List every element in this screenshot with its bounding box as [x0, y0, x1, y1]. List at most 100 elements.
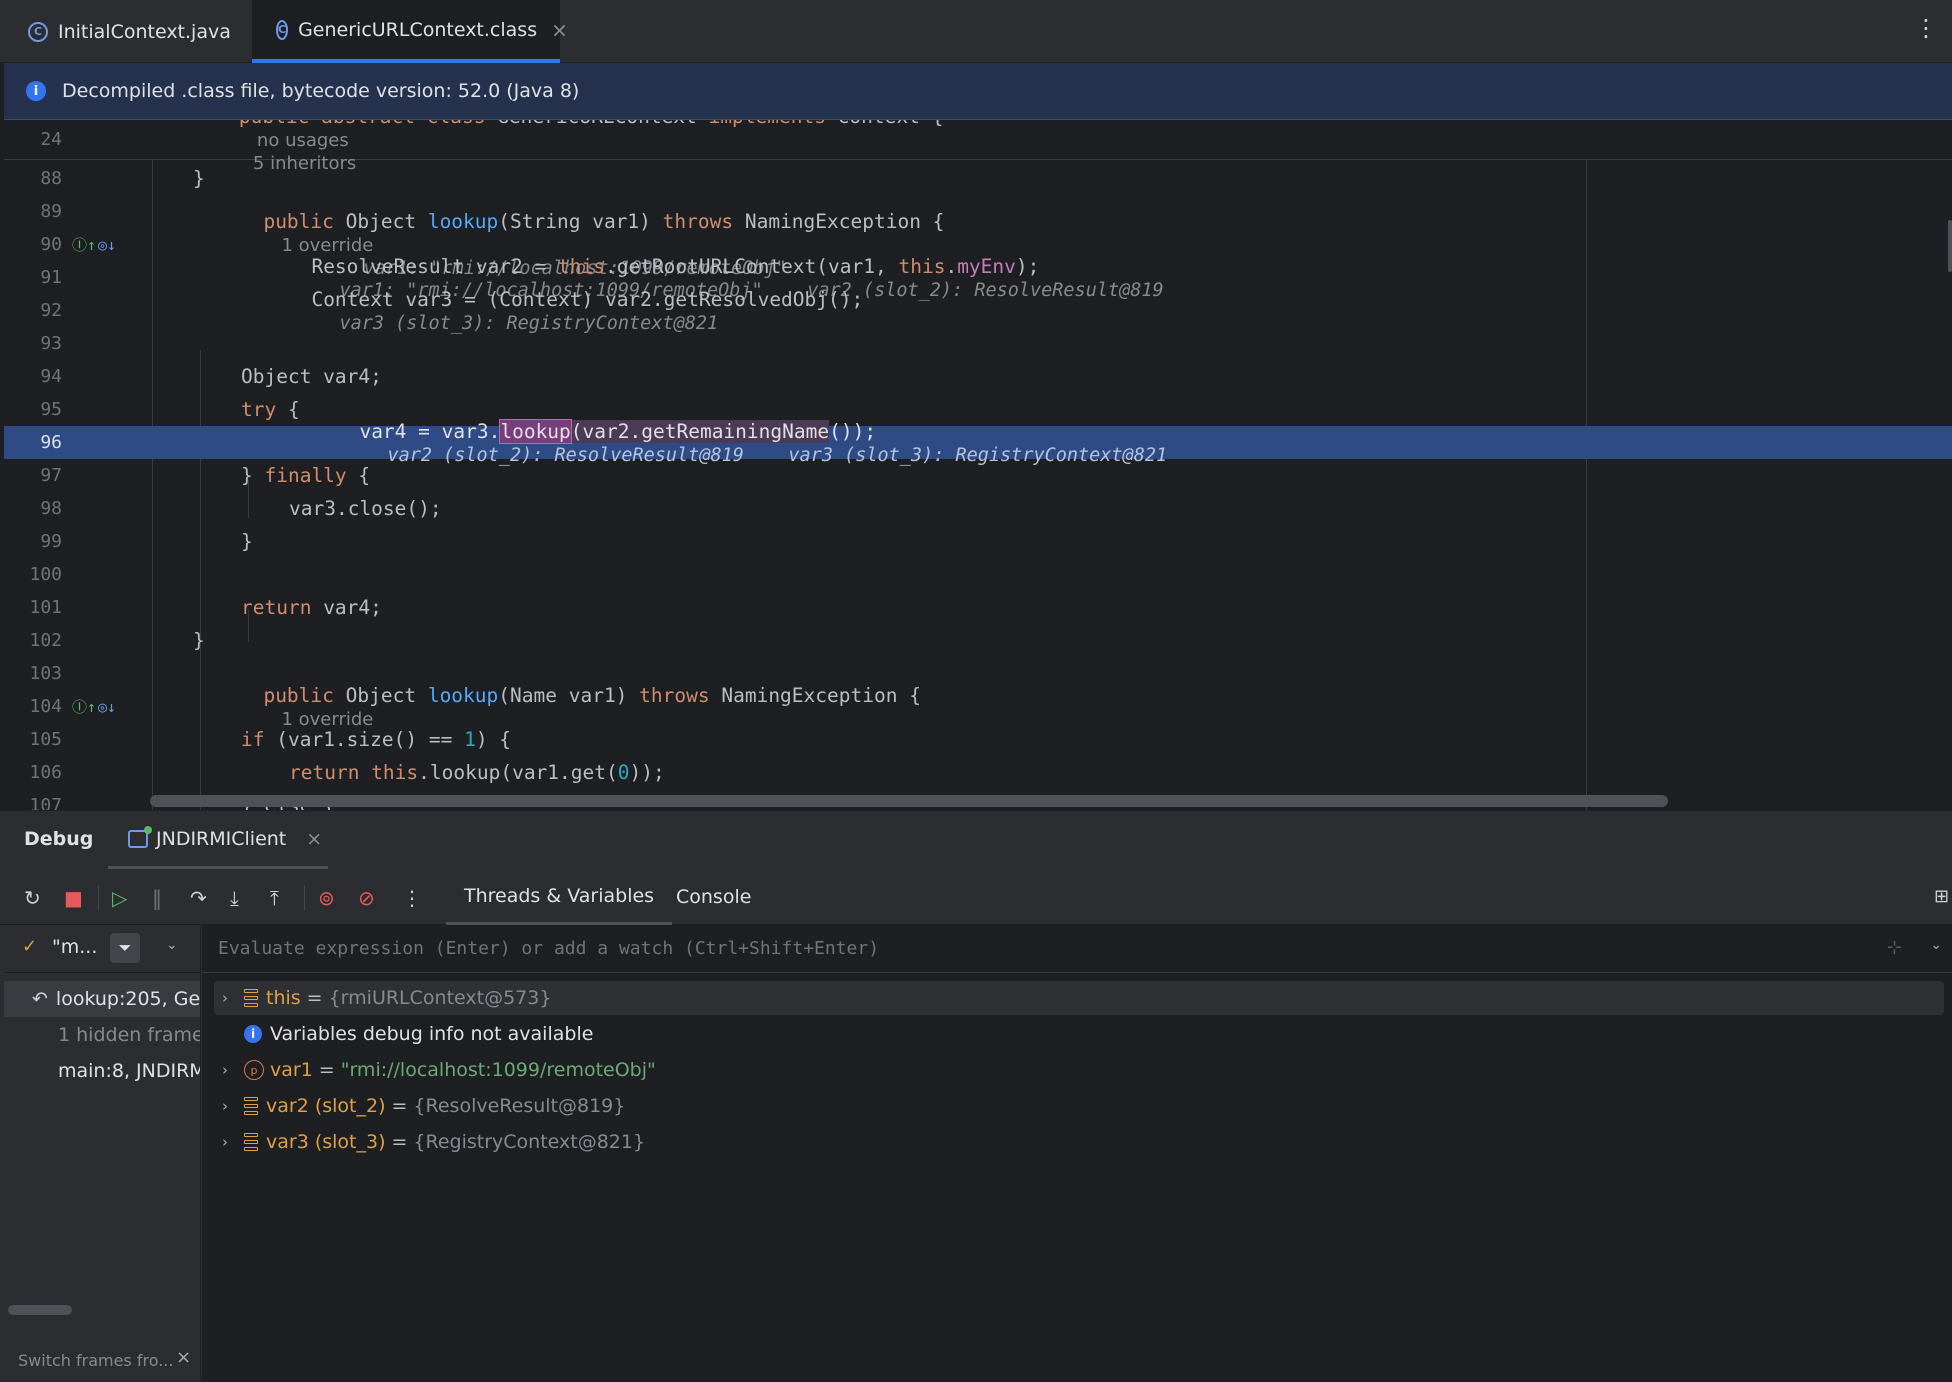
- thread-selector[interactable]: "m...: [52, 936, 97, 958]
- execution-point-line[interactable]: 96 var4 = var3.lookup(var2.getRemainingN…: [4, 418, 1952, 466]
- keyword: return: [289, 761, 372, 784]
- tab-label: GenericURLContext.class: [298, 18, 538, 41]
- chevron-right-icon[interactable]: ›: [214, 989, 236, 1007]
- keyword: throws: [662, 210, 745, 233]
- chevron-right-icon[interactable]: ›: [214, 1133, 236, 1151]
- more-options-icon[interactable]: ⋮: [1914, 16, 1938, 40]
- variable-row-var3[interactable]: › var3 (slot_3) = {RegistryContext@821}: [214, 1125, 1944, 1159]
- inheritors-hint[interactable]: 5 inheritors: [253, 153, 356, 174]
- filter-icon[interactable]: ⏷: [110, 933, 140, 963]
- variable-row-var1[interactable]: › p var1 = "rmi://localhost:1099/remoteO…: [214, 1053, 1944, 1087]
- info-icon: i: [26, 81, 46, 101]
- code-text: ) {: [475, 728, 512, 751]
- line-number: 93: [40, 333, 62, 354]
- check-icon: ✓: [22, 936, 38, 957]
- method-name: lookup: [427, 683, 499, 707]
- field-icon: [244, 1097, 258, 1115]
- line-number: 104: [29, 696, 62, 717]
- variable-row-this[interactable]: › this = {rmiURLContext@573}: [214, 981, 1944, 1015]
- code-line[interactable]: 98 var3.close();: [4, 492, 1952, 525]
- step-into-icon[interactable]: ⤓: [230, 886, 239, 910]
- implements-method-icon[interactable]: Ⓘ↑: [72, 234, 96, 255]
- code-line[interactable]: 99 }: [4, 525, 1952, 558]
- resume-icon[interactable]: ▷: [112, 886, 127, 910]
- line-number: 103: [29, 663, 62, 684]
- code-text: (var1.size() ==: [276, 728, 465, 751]
- stack-frame[interactable]: ↶ lookup:205, GenericURLContext: [4, 981, 200, 1017]
- code-line[interactable]: 92 Context var3 = (Context) var2.getReso…: [4, 288, 1952, 334]
- code-text: {: [346, 464, 371, 487]
- pause-icon[interactable]: ‖: [152, 886, 162, 910]
- mute-breakpoints-icon[interactable]: ⊘: [358, 886, 375, 910]
- hint-text: Switch frames fro...: [18, 1351, 174, 1370]
- debug-info-message: i Variables debug info not available: [214, 1017, 1944, 1051]
- overridden-method-icon[interactable]: ◎↓: [98, 236, 116, 254]
- stack-frame[interactable]: main:8, JNDIRMIClient: [4, 1053, 200, 1089]
- more-options-icon[interactable]: ⋮: [402, 886, 422, 910]
- code-text: Context var3 = (Context) var2.getResolve…: [311, 287, 864, 311]
- vertical-scrollbar[interactable]: [1948, 220, 1952, 272]
- toolbar-divider: [304, 885, 305, 911]
- keyword: implements: [709, 120, 838, 128]
- tab-genericurlcontext-class[interactable]: C GenericURLContext.class ×: [252, 0, 568, 63]
- code-line[interactable]: 100: [4, 558, 1952, 591]
- code-line[interactable]: 105 if (var1.size() == 1) {: [4, 723, 1952, 756]
- code-line[interactable]: 102 }: [4, 624, 1952, 657]
- tab-console[interactable]: Console: [676, 869, 751, 925]
- field: myEnv: [957, 254, 1016, 278]
- step-out-icon[interactable]: ⤒: [270, 886, 279, 910]
- code-text: ());: [829, 419, 877, 443]
- keyword: try: [241, 398, 277, 421]
- run-config-tab[interactable]: JNDIRMIClient ×: [108, 811, 328, 869]
- variables-panel: Evaluate expression (Enter) or add a wat…: [202, 925, 1952, 1382]
- sticky-scroll-header[interactable]: 24 public abstract class GenericURLConte…: [4, 120, 1952, 174]
- code-line[interactable]: 101 return var4;: [4, 591, 1952, 624]
- smart-step-target[interactable]: getRemainingName: [641, 419, 830, 443]
- usages-hint[interactable]: no usages: [257, 130, 349, 151]
- info-icon: i: [244, 1025, 262, 1043]
- params: (Name var1): [498, 683, 640, 707]
- tab-threads-variables[interactable]: Threads & Variables: [446, 869, 673, 925]
- view-breakpoints-icon[interactable]: ⊚: [318, 886, 335, 910]
- code-line[interactable]: 94 Object var4;: [4, 360, 1952, 393]
- code-line[interactable]: 97 } finally {: [4, 459, 1952, 492]
- tab-initialcontext-java[interactable]: C InitialContext.java: [4, 0, 252, 63]
- horizontal-scrollbar[interactable]: [150, 795, 1668, 807]
- code-text: ));: [629, 761, 665, 784]
- variable-row-var2[interactable]: › var2 (slot_2) = {ResolveResult@819}: [214, 1089, 1944, 1123]
- chevron-down-icon[interactable]: ⌄: [166, 937, 178, 953]
- chevron-right-icon[interactable]: ›: [214, 1097, 236, 1115]
- close-icon[interactable]: ×: [306, 828, 322, 850]
- chevron-down-icon[interactable]: ⌄: [1930, 937, 1942, 953]
- variable-name: this: [266, 987, 301, 1009]
- add-watch-icon[interactable]: ⊹: [1887, 937, 1902, 958]
- code-text: (var2.: [570, 419, 642, 443]
- frame-label: 1 hidden frame: [58, 1024, 201, 1046]
- close-icon[interactable]: ×: [176, 1347, 191, 1368]
- evaluate-expression-field[interactable]: Evaluate expression (Enter) or add a wat…: [202, 925, 1952, 973]
- exception-type: NamingException {: [744, 210, 945, 233]
- chevron-right-icon[interactable]: ›: [214, 1061, 236, 1079]
- close-icon[interactable]: ×: [551, 18, 568, 42]
- debug-tool-window: Debug JNDIRMIClient × ↻ ■ ▷ ‖ ↷ ⤓ ⤒ ⊚ ⊘ …: [0, 810, 1952, 1382]
- exception-type: NamingException {: [721, 683, 921, 707]
- debug-title: Debug: [24, 828, 94, 850]
- keyword: if: [241, 728, 277, 751]
- line-number: 89: [40, 201, 62, 222]
- horizontal-scrollbar[interactable]: [8, 1305, 72, 1315]
- hidden-frames-item[interactable]: 1 hidden frame: [4, 1017, 201, 1053]
- layout-icon[interactable]: ⊞: [1934, 886, 1949, 907]
- code-line[interactable]: 93: [4, 327, 1952, 360]
- step-over-icon[interactable]: ↷: [190, 886, 207, 910]
- implements-method-icon[interactable]: Ⓘ↑: [72, 696, 96, 717]
- line-number: 91: [40, 267, 62, 288]
- code-editor[interactable]: 24 public abstract class GenericURLConte…: [4, 120, 1952, 810]
- rerun-icon[interactable]: ↻: [24, 886, 41, 910]
- smart-step-target[interactable]: lookup: [499, 418, 572, 444]
- code-line[interactable]: 106 return this.lookup(var1.get(0));: [4, 756, 1952, 789]
- line-number: 95: [40, 399, 62, 420]
- code-line[interactable]: 104 Ⓘ↑ ◎↓ public Object lookup(Name var1…: [4, 684, 1952, 730]
- stop-icon[interactable]: ■: [64, 886, 83, 910]
- overridden-method-icon[interactable]: ◎↓: [98, 698, 116, 716]
- keyword: return: [241, 596, 324, 619]
